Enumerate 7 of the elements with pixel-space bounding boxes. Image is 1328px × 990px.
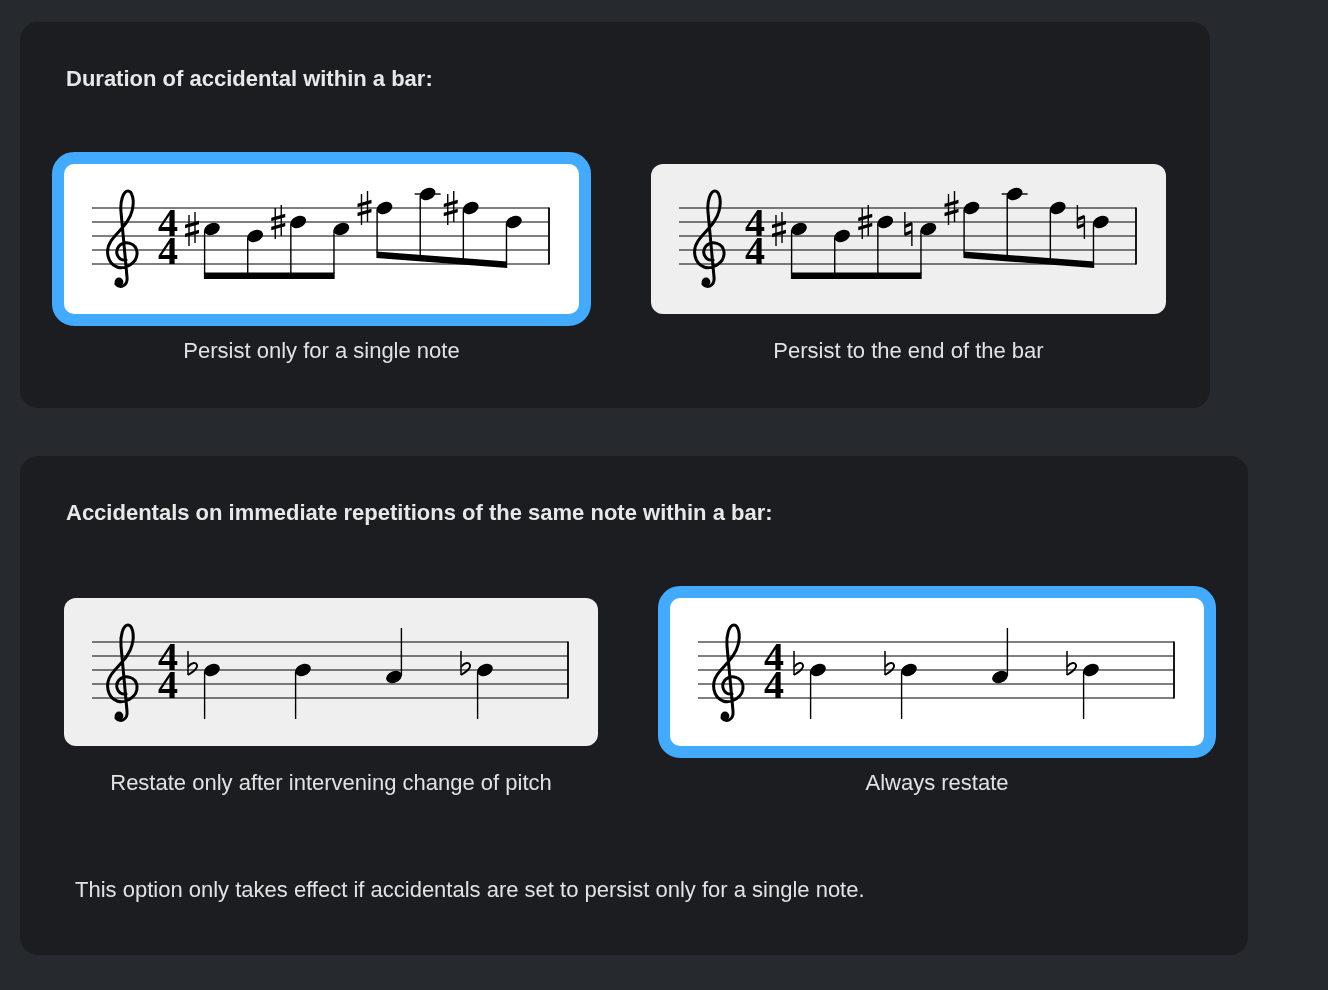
section-title: Accidentals on immediate repetitions of the same note within a bar: [66, 499, 773, 527]
option-label: Restate only after intervening change of pitch [110, 769, 552, 797]
hint-text: This option only takes effect if accidentals are set to persist only for a single note. [75, 876, 865, 904]
section-title: Duration of accidental within a bar: [66, 65, 433, 93]
option-label: Persist only for a single note [183, 337, 460, 365]
option-label: Persist to the end of the bar [773, 337, 1044, 365]
option-label: Always restate [865, 769, 1009, 797]
